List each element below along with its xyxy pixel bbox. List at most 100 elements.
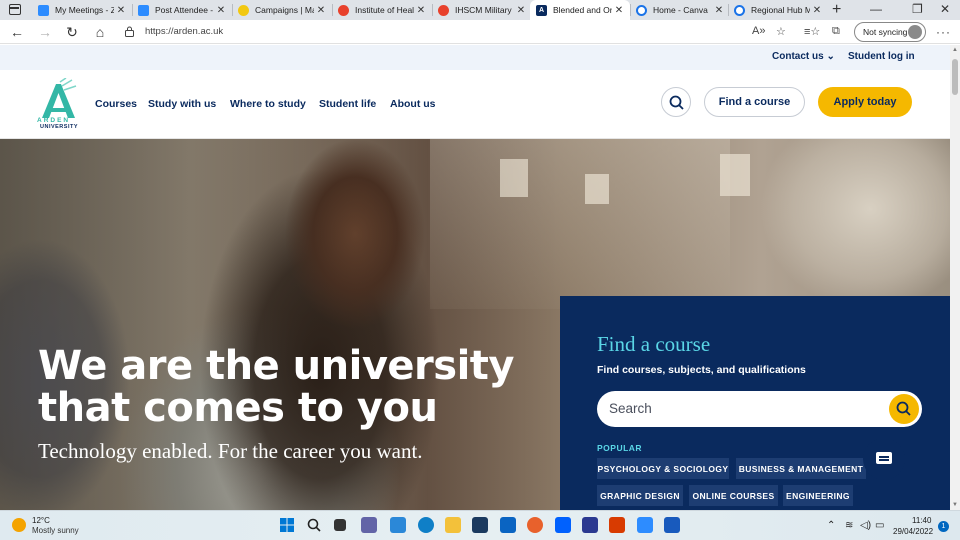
home-icon[interactable]: ⌂ [91,23,109,41]
close-icon[interactable]: ✕ [114,5,128,16]
utility-bar: Contact us ⌄ Student log in [0,45,950,70]
panel-subtitle: Find courses, subjects, and qualificatio… [597,364,806,376]
profile-sync-button[interactable]: Not syncing [854,22,926,42]
tab-regional-hub[interactable]: Regional Hub Ma ✕ [728,0,828,20]
tab-campaigns[interactable]: Campaigns | Mai ✕ [232,0,332,20]
chip-online-courses[interactable]: ONLINE COURSES [689,485,778,506]
file-explorer-icon[interactable] [445,517,461,533]
more-icon[interactable]: ··· [936,25,951,39]
campaign-icon [238,4,249,16]
clock-time[interactable]: 11:40 [912,516,931,525]
tab-title: Institute of Healt [355,5,414,15]
course-search-button[interactable] [889,394,919,424]
nav-courses[interactable]: Courses [95,98,137,110]
bookings-icon[interactable] [582,517,598,533]
close-icon[interactable]: ✕ [612,5,626,16]
hero-title-line: that comes to you [38,385,438,431]
weather-sun-icon[interactable] [12,518,26,532]
tab-ihscm[interactable]: IHSCM Military Sc ✕ [432,0,532,20]
page-scrollbar[interactable]: ▲ ▼ [950,45,960,510]
forward-icon[interactable]: → [36,23,54,41]
chat-button[interactable] [863,438,905,480]
student-login-link[interactable]: Student log in [848,51,915,62]
tab-actions-icon[interactable] [9,4,21,15]
new-tab-icon[interactable]: + [832,1,841,19]
nav-study-with-us[interactable]: Study with us [148,98,216,110]
mail-icon[interactable] [500,517,516,533]
wifi-icon[interactable]: ≋ [845,520,853,531]
read-aloud-icon[interactable]: A» [752,25,765,37]
edge-icon [338,4,349,16]
dropbox-icon[interactable] [555,517,571,533]
tab-blended-online[interactable]: A Blended and Onli ✕ [530,0,630,20]
volume-icon[interactable]: ◁) [860,520,871,531]
favorites-icon[interactable]: ≡☆ [804,25,820,38]
scroll-up-icon[interactable]: ▲ [952,47,958,53]
chip-engineering[interactable]: ENGINEERING [783,485,853,506]
course-search-input[interactable]: Search [597,391,922,427]
clock-date[interactable]: 29/04/2022 [893,527,933,536]
firefox-icon[interactable] [527,517,543,533]
apply-today-button[interactable]: Apply today [818,87,912,117]
chevron-up-icon[interactable]: ⌃ [827,520,835,531]
close-icon[interactable]: ✕ [514,5,528,16]
zoom-icon [38,4,49,16]
tab-title: Home - Canva [653,5,708,15]
office-icon[interactable] [609,517,625,533]
contact-us-link[interactable]: Contact us ⌄ [772,51,835,62]
minimize-icon[interactable]: — [870,2,882,16]
start-icon[interactable] [279,517,295,533]
find-a-course-button[interactable]: Find a course [704,87,805,117]
nav-student-life[interactable]: Student life [319,98,376,110]
tab-strip: My Meetings - Zo ✕ Post Attendee - Z ✕ C… [0,0,960,20]
chip-business-management[interactable]: BUSINESS & MANAGEMENT [736,458,866,479]
close-icon[interactable]: ✕ [712,5,726,16]
scroll-down-icon[interactable]: ▼ [952,502,958,508]
close-icon[interactable]: ✕ [314,5,328,16]
site-search-button[interactable] [661,87,691,117]
tab-home-canva[interactable]: Home - Canva ✕ [630,0,730,20]
todo-icon[interactable] [390,517,406,533]
tab-institute-health[interactable]: Institute of Healt ✕ [332,0,432,20]
window-close-icon[interactable]: ✕ [940,2,950,16]
weather-description[interactable]: Mostly sunny [32,526,79,535]
close-icon[interactable]: ✕ [414,5,428,16]
refresh-icon[interactable]: ↻ [63,23,81,41]
tab-title: My Meetings - Zo [55,5,114,15]
close-icon[interactable]: ✕ [214,5,228,16]
hero-title: We are the university that comes to you [38,345,558,429]
chip-graphic-design[interactable]: GRAPHIC DESIGN [597,485,683,506]
tab-title: Regional Hub Ma [751,5,810,15]
edge-icon [438,4,449,16]
site-header: ARDEN UNIVERSITY Courses Study with us W… [0,70,950,139]
tab-my-meetings[interactable]: My Meetings - Zo ✕ [32,0,132,20]
battery-icon[interactable]: ▭ [875,520,884,531]
search-icon[interactable] [306,517,322,533]
zoom-icon [138,4,149,16]
store-icon[interactable] [472,517,488,533]
back-icon[interactable]: ← [8,23,26,41]
add-favorite-icon[interactable]: ☆ [776,25,786,38]
chat-icon [876,452,892,464]
edge-icon[interactable] [418,517,434,533]
url-field[interactable]: https://arden.ac.uk [145,26,223,37]
collections-icon[interactable]: ⧉ [832,25,840,38]
chrome-icon [636,4,647,16]
browser-toolbar: ← → ↻ ⌂ https://arden.ac.uk A» ☆ ≡☆ ⧉ No… [0,20,960,44]
notification-badge[interactable]: 1 [938,521,949,532]
task-view-icon[interactable] [334,519,346,531]
restore-icon[interactable]: ❐ [912,2,923,16]
chip-psychology-sociology[interactable]: PSYCHOLOGY & SOCIOLOGY [597,458,729,479]
nav-where-to-study[interactable]: Where to study [230,98,306,110]
close-icon[interactable]: ✕ [810,5,824,16]
teams-icon[interactable] [361,517,377,533]
lock-icon[interactable] [125,26,134,37]
search-icon [669,95,684,110]
nav-about-us[interactable]: About us [390,98,436,110]
word-icon[interactable] [664,517,680,533]
weather-temperature[interactable]: 12°C [32,516,50,525]
scroll-thumb[interactable] [952,59,958,95]
tab-post-attendee[interactable]: Post Attendee - Z ✕ [132,0,232,20]
zoom-icon[interactable] [637,517,653,533]
tab-title: Blended and Onli [553,5,612,15]
